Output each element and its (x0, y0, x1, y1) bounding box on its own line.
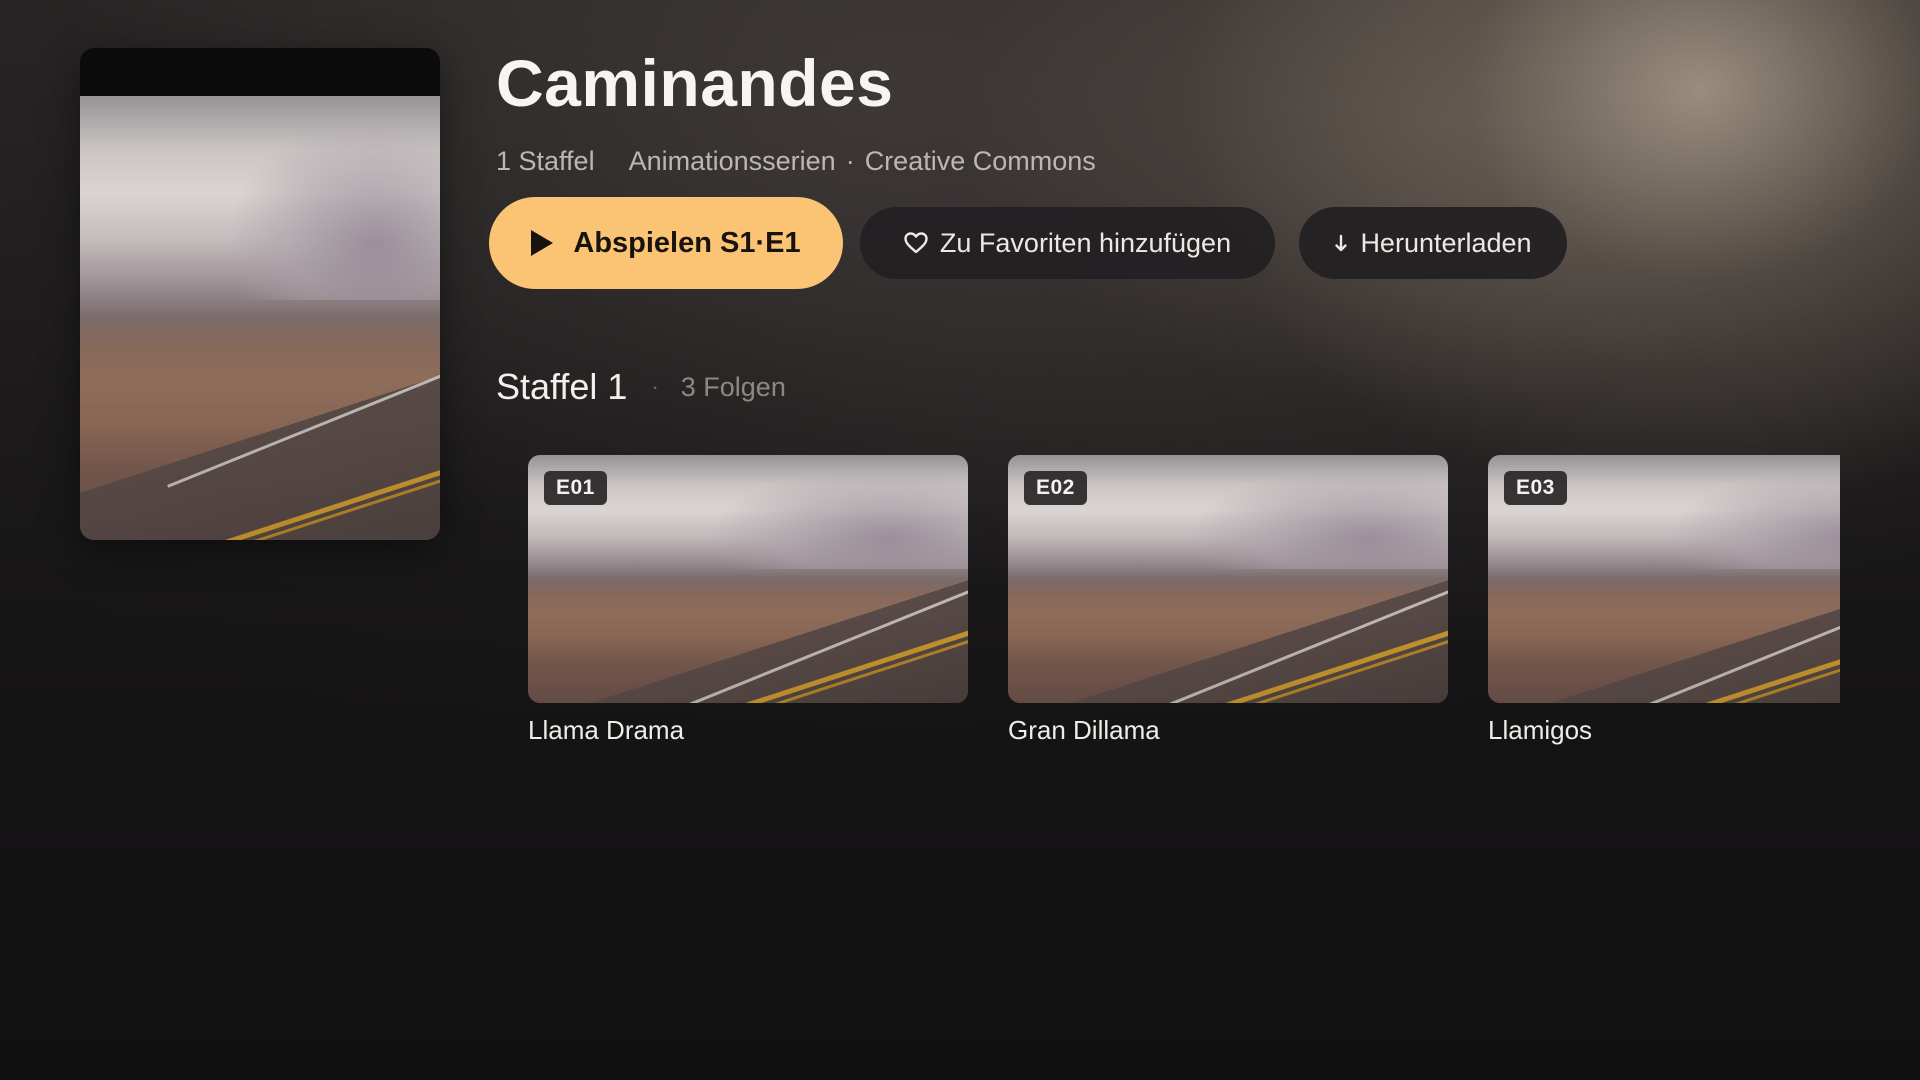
show-meta: 1 Staffel Animationsserien · Creative Co… (496, 146, 1096, 177)
episode-row: E01 Llama Drama E02 Gran Dillama E03 Lla… (528, 455, 1840, 755)
show-detail-page: Caminandes 1 Staffel Animationsserien · … (0, 0, 1920, 1080)
download-button[interactable]: Herunterladen (1299, 207, 1567, 279)
show-title: Caminandes (496, 46, 894, 120)
episode-badge: E02 (1024, 471, 1087, 505)
episode-card-e03[interactable]: E03 Llamigos (1488, 455, 1840, 746)
episode-count-label: 3 Folgen (680, 371, 786, 402)
season-title: Staffel 1 (496, 366, 628, 407)
heart-icon (904, 232, 928, 254)
episode-title: Gran Dillama (1008, 715, 1160, 745)
episode-badge: E03 (1504, 471, 1567, 505)
episode-thumbnail[interactable]: E03 (1488, 455, 1840, 703)
season-separator: · (651, 374, 659, 399)
play-button-label: Abspielen S1·E1 (573, 226, 801, 259)
episode-card-e01[interactable]: E01 Llama Drama (528, 455, 968, 746)
episode-thumbnail[interactable]: E02 (1008, 455, 1448, 703)
episode-title: Llama Drama (528, 715, 685, 745)
play-icon (531, 230, 554, 256)
genre-label: Animationsserien (628, 146, 836, 176)
episode-title: Llamigos (1488, 715, 1593, 745)
season-count-label: 1 Staffel (496, 146, 595, 176)
poster-image (80, 96, 440, 540)
download-button-label: Herunterladen (1360, 227, 1532, 258)
season-header: Staffel 1 · 3 Folgen (496, 366, 786, 408)
favorites-button-label: Zu Favoriten hinzufügen (939, 227, 1232, 258)
episode-thumbnail[interactable]: E01 (528, 455, 968, 703)
episode-badge: E01 (544, 471, 607, 505)
play-button[interactable]: Abspielen S1·E1 (489, 197, 843, 289)
show-poster (80, 48, 440, 540)
meta-separator: · (845, 146, 855, 176)
download-arrow-icon (1334, 232, 1348, 254)
episode-card-e02[interactable]: E02 Gran Dillama (1008, 455, 1448, 746)
add-to-favorites-button[interactable]: Zu Favoriten hinzufügen (860, 207, 1275, 279)
license-label: Creative Commons (864, 146, 1096, 176)
